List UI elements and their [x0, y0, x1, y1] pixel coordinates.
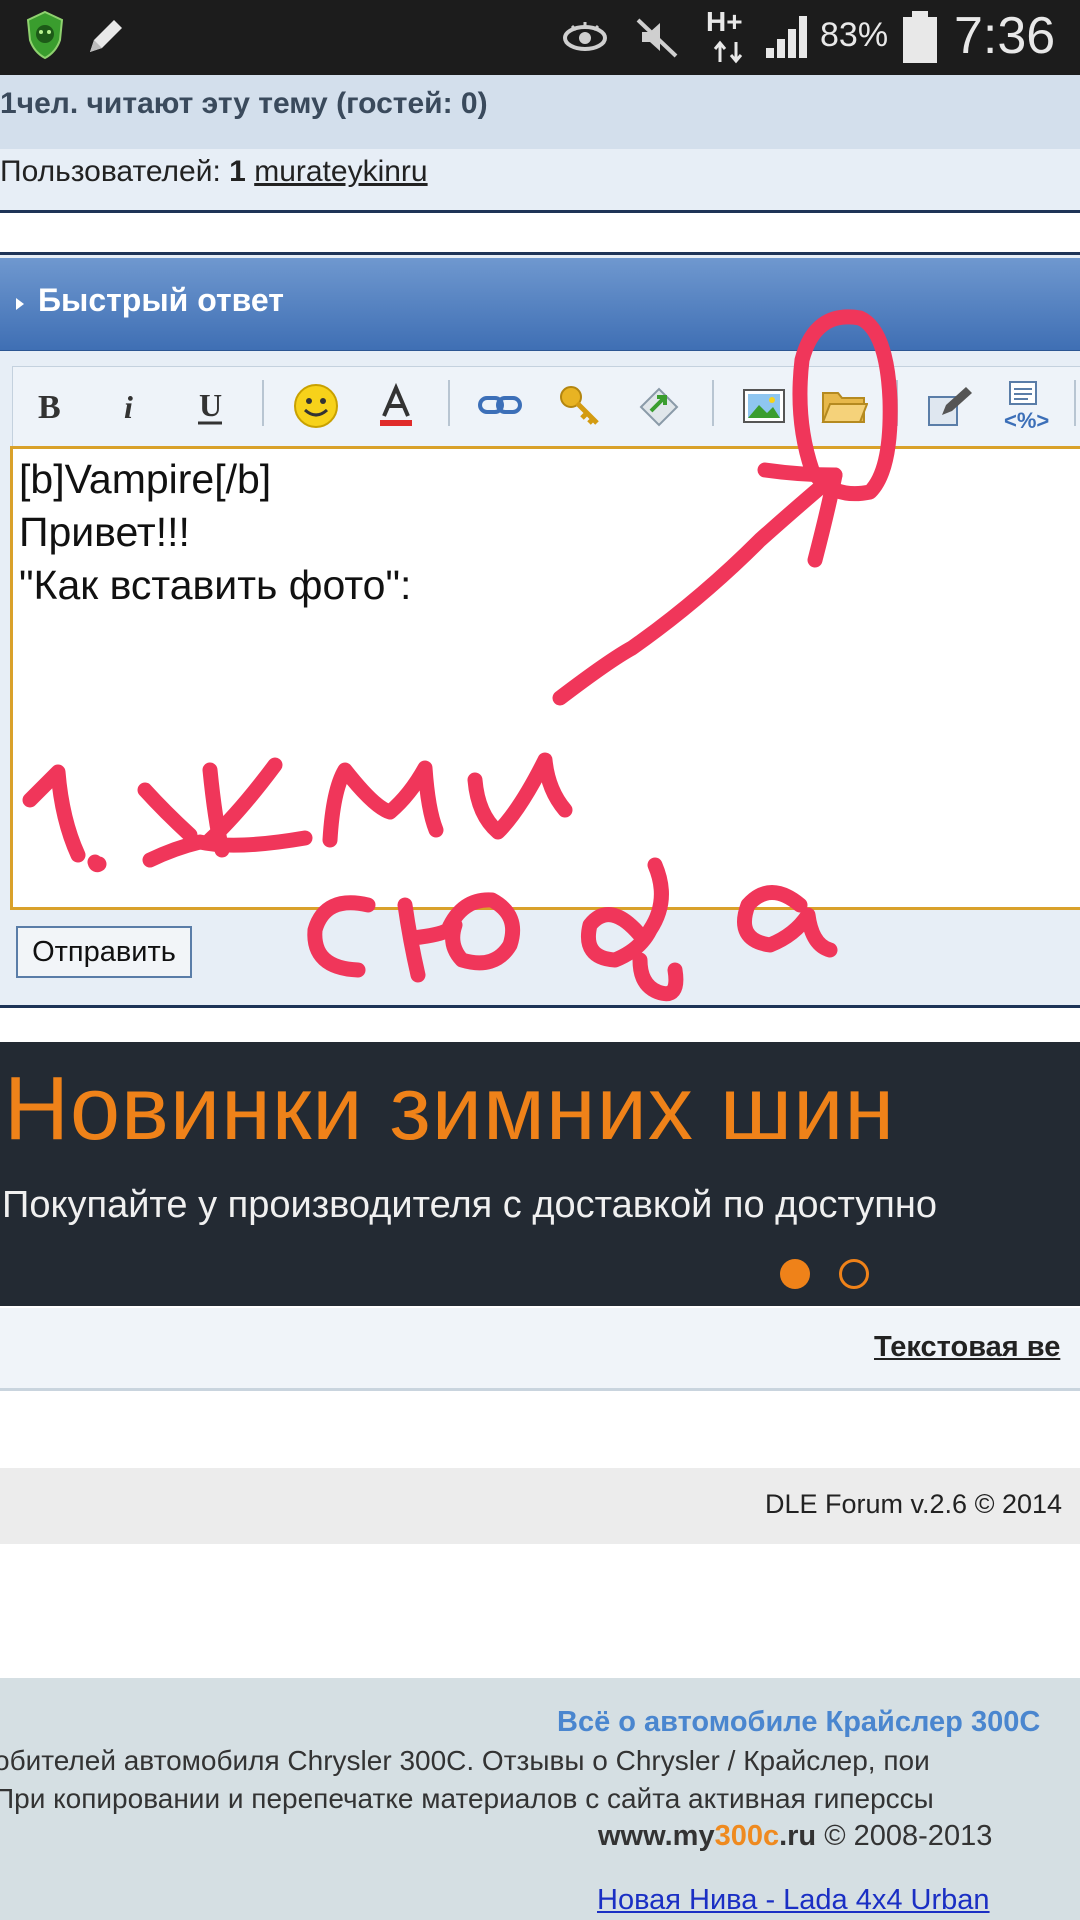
signal-icon — [766, 16, 807, 58]
banner-subtitle: Покупайте у производителя с доставкой по… — [2, 1184, 938, 1226]
key-icon — [560, 386, 599, 425]
bold-button[interactable]: B — [24, 380, 76, 432]
carousel-dot[interactable] — [839, 1259, 869, 1289]
footer-description: обителей автомобиля Chrysler 300C. Отзыв… — [0, 1745, 930, 1776]
pencil-icon — [90, 20, 122, 52]
toolbar-separator — [712, 380, 714, 426]
readers-title: 1чел. читают эту тему (гостей: 0) — [0, 87, 488, 120]
smiley-icon — [294, 384, 338, 428]
site-prefix: www.my — [598, 1820, 715, 1852]
picture-icon — [743, 389, 785, 423]
battery-icon — [903, 11, 937, 63]
svg-text:B: B — [38, 389, 61, 426]
carousel-dot-active[interactable] — [780, 1259, 810, 1289]
code-button[interactable]: <%> — [1002, 380, 1054, 432]
key-button[interactable] — [554, 380, 606, 432]
triangle-right-icon — [16, 298, 24, 310]
users-label: Пользователей: — [0, 155, 221, 188]
text-color-button[interactable] — [370, 380, 422, 432]
italic-button[interactable]: i — [104, 380, 156, 432]
network-type: H+ — [706, 6, 743, 37]
editor-toolbar — [12, 366, 1080, 448]
toolbar-separator — [448, 380, 450, 426]
insert-image-button[interactable] — [738, 380, 790, 432]
svg-text:i: i — [124, 389, 133, 425]
image-link-button[interactable] — [634, 380, 686, 432]
copyright-text: DLE Forum v.2.6 © 2014 — [765, 1489, 1063, 1519]
footer-site: www.my300c.ru © 2008-2013 — [598, 1820, 992, 1853]
footer-ad-link[interactable]: Новая Нива - Lada 4x4 Urban — [597, 1884, 990, 1917]
text-color-icon — [380, 382, 412, 426]
toolbar-separator — [896, 380, 898, 426]
shield-app-icon — [26, 10, 64, 60]
eye-icon — [563, 22, 607, 51]
banner-title: Новинки зимних шин — [4, 1059, 896, 1159]
edit-button[interactable] — [924, 380, 976, 432]
battery-percent: 83% — [820, 16, 889, 54]
clock: 7:36 — [954, 7, 1056, 65]
toolbar-separator — [262, 380, 264, 426]
link-button[interactable] — [474, 380, 526, 432]
link-icon — [478, 396, 522, 414]
message-textarea[interactable]: [b]Vampire[/b] Привет!!! "Как вставить ф… — [10, 446, 1080, 910]
underline-icon: U — [198, 387, 222, 425]
bold-icon: B — [38, 389, 61, 426]
users-line: Пользователей: 1 murateykinru — [0, 155, 428, 189]
folder-icon — [821, 392, 868, 423]
underline-button[interactable]: U — [184, 380, 236, 432]
smiley-button[interactable] — [290, 380, 342, 432]
user-link[interactable]: murateykinru — [254, 155, 427, 188]
svg-text:<%>: <%> — [1004, 408, 1049, 432]
send-button[interactable]: Отправить — [16, 926, 192, 978]
italic-icon: i — [124, 389, 133, 425]
site-suffix: .ru — [779, 1820, 817, 1852]
edit-icon — [928, 387, 972, 426]
footer-title: Всё о автомобиле Крайслер 300С — [557, 1706, 1041, 1738]
users-count: 1 — [229, 155, 246, 188]
toolbar-separator — [1074, 380, 1076, 426]
footer-notice: При копировании и перепечатке материалов… — [0, 1783, 934, 1814]
image-arrow-icon — [639, 387, 679, 427]
site-accent: 300c — [714, 1820, 780, 1852]
upload-folder-button[interactable] — [818, 380, 870, 432]
data-arrows-icon — [713, 40, 743, 64]
site-years: © 2008-2013 — [816, 1820, 993, 1852]
mute-icon — [636, 18, 678, 58]
quick-reply-title: Быстрый ответ — [38, 282, 284, 318]
text-version-link[interactable]: Текстовая ве — [874, 1331, 1060, 1364]
svg-text:U: U — [199, 387, 222, 423]
code-icon: <%> — [1004, 381, 1049, 432]
